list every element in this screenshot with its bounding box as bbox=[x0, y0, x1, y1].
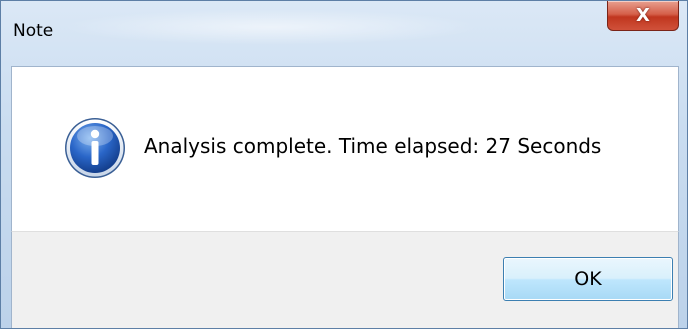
dialog-window: Note X Analysis complete. Time elapsed: … bbox=[0, 0, 688, 329]
close-icon: X bbox=[636, 4, 650, 26]
ok-button[interactable]: OK bbox=[503, 257, 673, 301]
dialog-message: Analysis complete. Time elapsed: 27 Seco… bbox=[144, 134, 602, 158]
title-bar-glow bbox=[61, 9, 481, 45]
info-icon bbox=[65, 118, 125, 178]
close-button[interactable]: X bbox=[607, 1, 679, 31]
window-title: Note bbox=[13, 21, 54, 41]
